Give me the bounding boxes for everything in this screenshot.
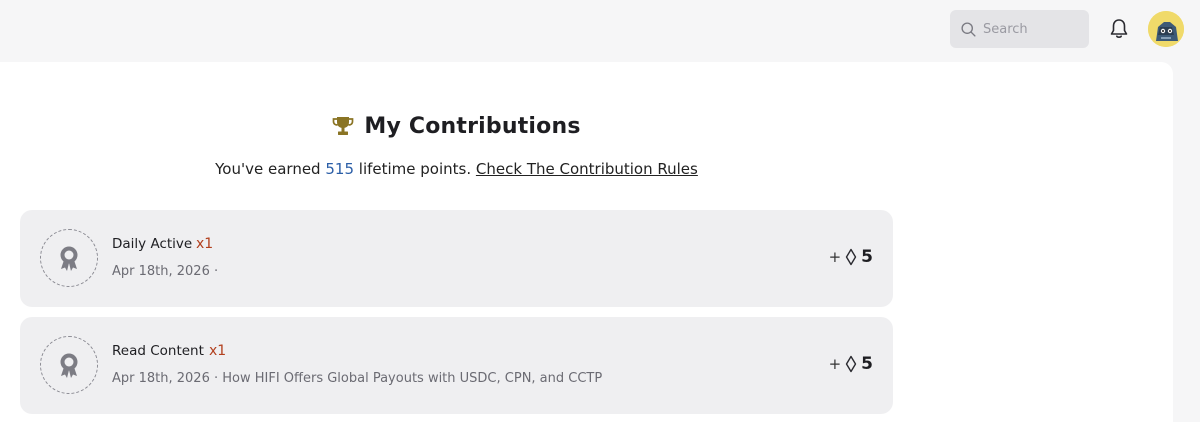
contribution-meta: Apr 18th, 2026 · — [112, 264, 219, 279]
contribution-name: Daily Active — [112, 236, 193, 252]
award-badge — [40, 336, 98, 394]
contribution-meta: Apr 18th, 2026 · How HIFI Offers Global … — [112, 371, 603, 386]
page-title: My Contributions — [0, 108, 913, 144]
contribution-card: Daily Active x1 Apr 18th, 2026 · + 5 — [20, 210, 893, 307]
search-box[interactable] — [950, 10, 1089, 48]
diamond-icon — [845, 248, 857, 266]
top-bar — [0, 0, 1200, 62]
summary-suffix: lifetime points. — [358, 160, 472, 178]
points-value: 5 — [861, 354, 873, 374]
award-ribbon-icon — [60, 246, 78, 271]
search-input[interactable] — [983, 21, 1083, 37]
contribution-name: Read Content — [112, 343, 204, 359]
avatar[interactable] — [1148, 11, 1184, 47]
diamond-icon — [845, 355, 857, 373]
award-badge — [40, 229, 98, 287]
bell-icon — [1110, 19, 1128, 38]
notifications-button[interactable] — [1107, 16, 1131, 42]
contribution-multiplier: x1 — [209, 343, 227, 359]
points-value: 5 — [861, 247, 873, 267]
avatar-image-icon — [1148, 11, 1184, 47]
contribution-card: Read Content x1 Apr 18th, 2026 · How HIF… — [20, 317, 893, 414]
lifetime-points-value: 515 — [325, 160, 354, 178]
summary-prefix: You've earned — [215, 160, 321, 178]
plus-sign: + — [828, 355, 842, 373]
page-title-text: My Contributions — [364, 113, 581, 139]
award-ribbon-icon — [60, 353, 78, 378]
contribution-multiplier: x1 — [196, 236, 214, 252]
plus-sign: + — [828, 248, 842, 266]
contribution-points: + 5 — [829, 247, 873, 267]
contribution-rules-link[interactable]: Check The Contribution Rules — [476, 160, 698, 178]
search-icon — [961, 21, 976, 37]
trophy-icon — [333, 117, 354, 135]
points-summary: You've earned 515 lifetime points. Check… — [0, 160, 913, 182]
contribution-points: + 5 — [829, 354, 873, 374]
